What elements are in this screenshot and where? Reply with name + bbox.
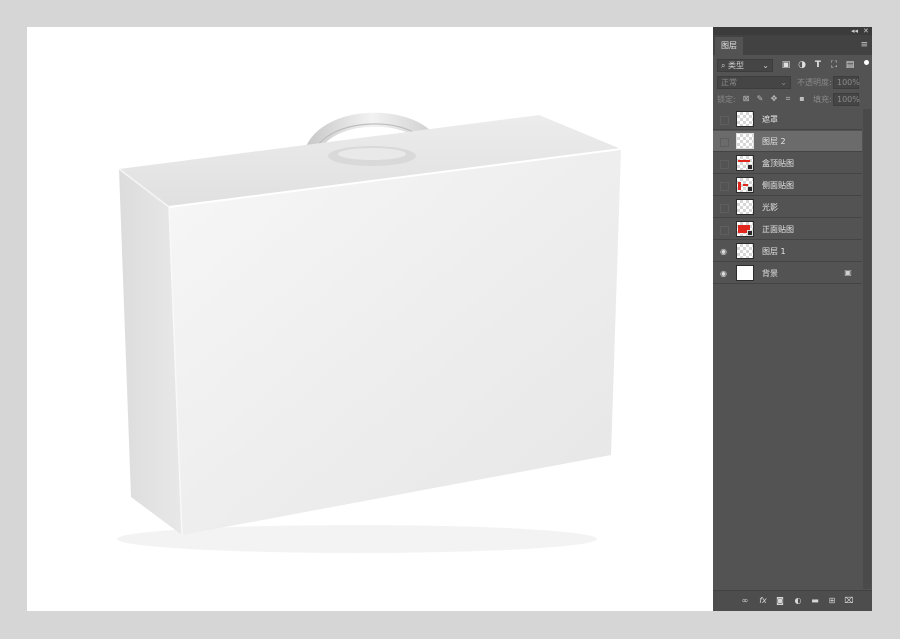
blend-mode-value: 正常 [721,78,737,87]
eye-icon[interactable]: ◉ [718,246,729,257]
layer-name: 正面贴图 [762,225,794,234]
lock-paint-icon[interactable]: ✎ [755,94,765,104]
blend-opacity-row: 正常 ⌄ 不透明度: 100% [713,76,872,90]
chevron-down-icon: ⌄ [780,78,787,87]
layer-row[interactable]: 正面贴图 [713,219,862,240]
filter-toggle-icon[interactable] [864,60,869,65]
type-filter-icon[interactable]: T [813,60,823,70]
visibility-toggle[interactable] [720,204,729,213]
filter-kind-select[interactable]: ⌕ 类型 ⌄ [717,59,773,72]
layer-thumbnail [736,265,754,281]
opacity-field[interactable]: 100% [833,76,860,89]
lock-all-icon[interactable]: ▪ [797,94,807,104]
layer-row[interactable]: ◉ 图层 1 [713,241,862,262]
lock-fill-row: 锁定: ⊠ ✎ ✥ ⌗ ▪ 填充: 100% [713,93,872,107]
layer-thumbnail [736,111,754,127]
lock-label: 锁定: [717,95,736,104]
layer-row[interactable]: ◉ 背景 ▣ [713,263,862,284]
document-canvas[interactable] [27,27,713,611]
image-filter-icon[interactable]: ▣ [781,60,791,70]
collapse-panel-button[interactable]: ◂◂ [851,27,858,35]
smart-object-icon [747,230,753,236]
layer-thumbnail [736,133,754,149]
search-icon: ⌕ [721,61,726,70]
box-mockup-illustration [117,112,622,553]
trash-icon[interactable]: ⌧ [843,595,855,607]
panel-menu-icon[interactable]: ≡ [860,38,868,52]
fill-field[interactable]: 100% [833,93,860,106]
layer-thumbnail [736,199,754,215]
layer-row[interactable]: 盒顶贴图 [713,153,862,174]
layer-row[interactable]: 侧面贴图 [713,175,862,196]
visibility-toggle[interactable] [720,138,729,147]
folder-icon[interactable]: ▬ [809,595,821,607]
chevron-down-icon: ⌄ [762,61,769,70]
adjustment-layer-icon[interactable]: ◐ [792,595,804,607]
lock-icon: ▣ [844,268,852,277]
smart-object-icon [747,186,753,192]
lock-position-icon[interactable]: ✥ [769,94,779,104]
layer-name: 图层 1 [762,247,786,256]
layers-scrollbar[interactable] [863,109,871,589]
visibility-toggle[interactable] [720,182,729,191]
visibility-toggle[interactable] [720,226,729,235]
new-layer-icon[interactable]: ⊞ [826,595,838,607]
adjustment-filter-icon[interactable]: ◑ [797,60,807,70]
close-panel-button[interactable]: ✕ [863,27,869,35]
blend-mode-select[interactable]: 正常 ⌄ [717,76,791,89]
filter-kind-label: 类型 [728,61,745,70]
layers-panel: ◂◂ ✕ 图层 ≡ ⌕ 类型 ⌄ ▣ ◑ T ⛶ ▤ 正常 ⌄ 不透明度: 10… [713,27,872,611]
smart-object-filter-icon[interactable]: ▤ [845,60,855,70]
layer-thumbnail [736,177,754,193]
layer-row-selected[interactable]: 图层 2 [713,131,862,152]
layer-thumbnail [736,221,754,237]
layers-bottom-toolbar: ∞ fx ◙ ◐ ▬ ⊞ ⌧ [713,590,872,611]
visibility-toggle[interactable] [720,160,729,169]
layer-filter-row: ⌕ 类型 ⌄ ▣ ◑ T ⛶ ▤ [713,57,872,73]
link-layers-icon[interactable]: ∞ [739,595,751,607]
panel-title-bar: ◂◂ ✕ [713,27,872,35]
layer-thumbnail [736,243,754,259]
add-mask-icon[interactable]: ◙ [774,595,786,607]
opacity-label: 不透明度: [797,78,832,87]
layer-row[interactable]: 遮罩 [713,109,862,130]
layer-name: 遮罩 [762,115,778,124]
shape-filter-icon[interactable]: ⛶ [829,60,839,70]
visibility-toggle[interactable] [720,116,729,125]
layer-name: 光影 [762,203,778,212]
lock-artboard-icon[interactable]: ⌗ [783,94,793,104]
fx-icon[interactable]: fx [757,595,769,607]
smart-object-icon [747,164,753,170]
layer-name: 图层 2 [762,137,786,146]
lock-transparency-icon[interactable]: ⊠ [741,94,751,104]
layer-name: 盒顶贴图 [762,159,794,168]
layer-name: 背景 [762,269,778,278]
layer-row[interactable]: 光影 [713,197,862,218]
eye-icon[interactable]: ◉ [718,268,729,279]
layer-name: 侧面贴图 [762,181,794,190]
panel-tab-bar: 图层 ≡ [713,35,872,55]
fill-label: 填充: [813,95,832,104]
layer-thumbnail [736,155,754,171]
tab-layers[interactable]: 图层 [715,37,743,55]
